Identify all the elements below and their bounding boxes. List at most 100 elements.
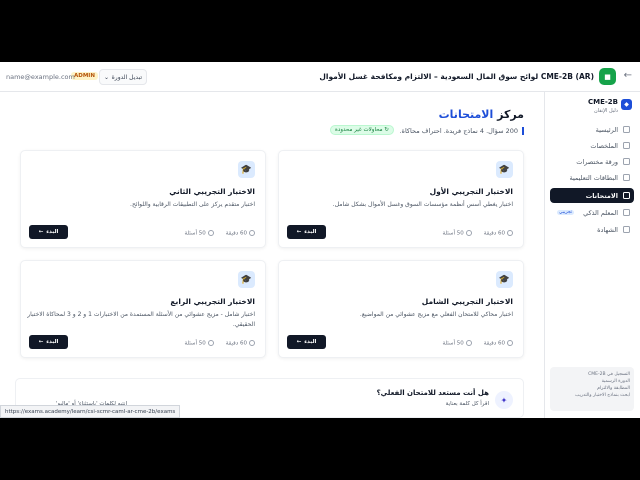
duration-text: 60 دقيقة <box>225 340 247 346</box>
sidebar-item-certificate[interactable]: الشهادة <box>550 222 634 237</box>
status-bar-url: https://exams.academy/learn/csi-scmr-cam… <box>0 405 181 418</box>
sidebar-item-label: ورقة مختصرات <box>576 157 618 166</box>
list-icon <box>465 339 472 346</box>
course-icon: ◆ <box>621 99 632 110</box>
clock-icon <box>249 229 255 236</box>
chevron-down-icon: ⌄ <box>104 73 110 81</box>
exam-questions: 50 أسئلة <box>184 229 214 236</box>
start-label: البدء <box>46 229 59 235</box>
duration-text: 60 دقيقة <box>483 340 505 346</box>
sidebar: ◆ CME-2B دليل الإنقان الرئيسية الملخصات … <box>544 92 640 418</box>
page-title-highlight: الامتحانات <box>438 108 494 121</box>
arrow-left-icon: ← <box>38 339 44 345</box>
course-title: CME-2B (AR) لوائح سوق المال السعودية – ا… <box>319 72 594 81</box>
exam-questions: 50 أسئلة <box>442 229 472 236</box>
exam-meta: 60 دقيقة 50 أسئلة <box>184 229 255 236</box>
list-icon <box>207 229 214 236</box>
sidebar-item-ai-tutor[interactable]: المعلم الذكي تجريبي <box>550 205 634 220</box>
footer-line: ابحث بنماذج الاختبار والتدريب <box>575 393 630 398</box>
sidebar-item-cheatsheet[interactable]: ورقة مختصرات <box>550 154 634 169</box>
ready-title: هل أنت مستعد للامتحان الفعلي؟ <box>376 389 489 397</box>
questions-text: 50 أسئلة <box>442 230 464 236</box>
graduation-cap-icon: 🎓 <box>238 161 255 178</box>
graduation-cap-icon: 🎓 <box>496 271 513 288</box>
duration-text: 60 دقيقة <box>225 230 247 236</box>
footer-line: المطابقة والالتزام <box>597 386 630 391</box>
exam-card-3: 🎓 الاختبار التجريبي الشامل اختبار محاكي … <box>278 260 524 358</box>
page-title: مركز الامتحانات <box>439 108 524 121</box>
beta-badge: تجريبي <box>557 210 575 215</box>
sidebar-course-subtitle: دليل الإنقان <box>594 108 618 114</box>
sidebar-item-label: الرئيسية <box>595 125 618 134</box>
exam-meta: 60 دقيقة 50 أسئلة <box>184 339 255 346</box>
refresh-icon: ↻ <box>384 127 389 133</box>
admin-badge: ADMIN <box>71 72 98 80</box>
home-icon <box>623 126 630 133</box>
exam-meta: 60 دقيقة 50 أسئلة <box>442 229 513 236</box>
arrow-left-icon: ← <box>296 229 302 235</box>
app-logo: ■ <box>599 68 616 85</box>
brain-icon: ✦ <box>495 391 513 409</box>
exam-card-4: 🎓 الاختبار التجريبي الرابع اختبار شامل -… <box>20 260 266 358</box>
unlimited-attempts-badge: ↻ محاولات غير محدودة <box>330 125 394 135</box>
main-content: مركز الامتحانات 200 سؤال. 4 نماذج فريدة.… <box>0 92 544 418</box>
start-label: البدء <box>304 339 317 345</box>
exam-duration: 60 دقيقة <box>225 339 255 346</box>
exam-duration: 60 دقيقة <box>225 229 255 236</box>
app-window: ← ■ CME-2B (AR) لوائح سوق المال السعودية… <box>0 62 640 418</box>
start-label: البدء <box>46 339 59 345</box>
certificate-icon <box>623 226 630 233</box>
sidebar-item-exams[interactable]: الامتحانات <box>550 188 634 203</box>
questions-text: 50 أسئلة <box>442 340 464 346</box>
exam-title: الاختبار التجريبي الشامل <box>421 297 513 306</box>
cards-icon <box>623 174 630 181</box>
exam-title: الاختبار التجريبي الرابع <box>170 297 255 306</box>
sparkle-icon <box>623 209 630 216</box>
start-button[interactable]: البدء ← <box>29 225 68 239</box>
exam-icon <box>623 192 630 199</box>
arrow-left-icon: ← <box>296 339 302 345</box>
exam-title: الاختبار التجريبي الأول <box>429 187 513 196</box>
exam-title: الاختبار التجريبي الثاني <box>169 187 255 196</box>
footer-line: الدورة الرسمية <box>601 379 630 384</box>
exam-description: اختبار محاكي للامتحان الفعلي مع مزيج عشو… <box>359 311 513 318</box>
start-label: البدء <box>304 229 317 235</box>
sidebar-item-label: البطاقات التعليمية <box>569 173 618 182</box>
sidebar-item-label: المعلم الذكي <box>583 208 618 217</box>
graduation-cap-icon: 🎓 <box>238 271 255 288</box>
list-icon <box>207 339 214 346</box>
sidebar-item-label: الامتحانات <box>585 191 618 200</box>
sidebar-course-code: CME-2B <box>588 98 618 106</box>
clock-icon <box>249 339 255 346</box>
exam-duration: 60 دقيقة <box>484 229 513 236</box>
questions-text: 50 أسئلة <box>184 230 206 236</box>
exam-questions: 50 أسئلة <box>442 339 472 346</box>
exam-questions: 50 أسئلة <box>184 339 214 346</box>
start-button[interactable]: البدء ← <box>287 225 326 239</box>
questions-text: 50 أسئلة <box>184 340 206 346</box>
exam-meta: 60 دقيقة 50 أسئلة <box>442 339 513 346</box>
footer-line: التسجيل في CME-2B <box>588 372 630 377</box>
tip-item: اقرأ كل كلمة بعناية <box>445 401 489 407</box>
exam-description: اختبار شامل - مزيج عشوائي من الأسئلة الم… <box>27 311 255 328</box>
sidebar-item-home[interactable]: الرئيسية <box>550 122 634 137</box>
unlimited-label: محاولات غير محدودة <box>335 127 383 133</box>
exam-description: اختبار يغطي أسس أنظمة مؤسسات السوق وغسل … <box>332 201 513 208</box>
back-arrow-icon[interactable]: ← <box>624 70 632 81</box>
sidebar-item-summaries[interactable]: الملخصات <box>550 138 634 153</box>
sidebar-item-flashcards[interactable]: البطاقات التعليمية <box>550 170 634 185</box>
sidebar-item-label: الشهادة <box>597 225 618 234</box>
user-email: name@example.com <box>6 73 75 81</box>
list-icon <box>465 229 472 236</box>
clock-icon <box>507 339 513 346</box>
sidebar-item-label: الملخصات <box>590 141 618 150</box>
start-button[interactable]: البدء ← <box>29 335 68 349</box>
course-switch-label: تبديل الدورة <box>111 73 142 81</box>
sheet-icon <box>623 158 630 165</box>
start-button[interactable]: البدء ← <box>287 335 326 349</box>
exam-card-2: 🎓 الاختبار التجريبي الثاني اختبار متقدم … <box>20 150 266 248</box>
page-subtitle: 200 سؤال. 4 نماذج فريدة. احتراف محاكاة. <box>399 127 524 135</box>
exam-card-1: 🎓 الاختبار التجريبي الأول اختبار يغطي أس… <box>278 150 524 248</box>
arrow-left-icon: ← <box>38 229 44 235</box>
course-switch-button[interactable]: تبديل الدورة ⌄ <box>99 69 147 85</box>
